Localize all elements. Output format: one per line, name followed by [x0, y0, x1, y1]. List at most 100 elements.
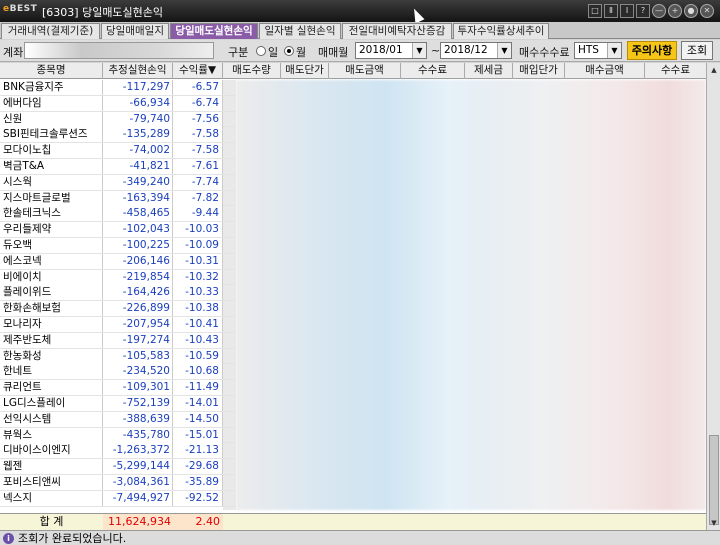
col-header[interactable]: 매도단가 — [281, 63, 329, 79]
return-rate: -92.52 — [173, 490, 223, 506]
col-header[interactable]: 수수료 — [645, 63, 706, 79]
pin-icon[interactable]: Ⅱ — [604, 4, 618, 18]
link-icon[interactable]: Ⅰ — [620, 4, 634, 18]
realized-pl: -435,780 — [103, 427, 173, 443]
help-icon[interactable]: ? — [636, 4, 650, 18]
table-row[interactable]: 신원 -79,740 -7.56 — [0, 111, 236, 128]
account-label: 계좌 — [3, 46, 24, 59]
table-row[interactable]: LG디스플레이 -752,139 -14.01 — [0, 395, 236, 412]
table-row[interactable]: 듀오백 -100,225 -10.09 — [0, 237, 236, 254]
stock-name: 벽금T&A — [0, 158, 103, 174]
fee-select[interactable]: HTS ▼ — [574, 42, 622, 59]
col-header[interactable]: 추정실현손익 — [103, 63, 173, 79]
col-header[interactable]: 수익률▼ — [173, 63, 223, 79]
realized-pl: -197,274 — [103, 332, 173, 348]
table-row[interactable]: 플레이위드 -164,426 -10.33 — [0, 285, 236, 302]
col-header[interactable]: 매도금액 — [329, 63, 401, 79]
table-row[interactable]: 시스웍 -349,240 -7.74 — [0, 174, 236, 191]
realized-pl: -117,297 — [103, 80, 173, 95]
table-row[interactable]: 한네트 -234,520 -10.68 — [0, 364, 236, 381]
restore-icon[interactable]: □ — [588, 4, 602, 18]
title-buttons: □ Ⅱ Ⅰ ? — + ● ✕ — [588, 4, 714, 18]
table-row[interactable]: 제주반도체 -197,274 -10.43 — [0, 332, 236, 349]
table-row[interactable]: 모나리자 -207,954 -10.41 — [0, 316, 236, 333]
table-row[interactable]: 한솔테크닉스 -458,465 -9.44 — [0, 206, 236, 223]
col-header[interactable]: 수수료 — [401, 63, 465, 79]
stock-name: 한화손해보험 — [0, 301, 103, 317]
table-row[interactable]: 선익시스템 -388,639 -14.50 — [0, 411, 236, 428]
return-rate: -7.82 — [173, 190, 223, 206]
table-row[interactable]: 한화손해보험 -226,899 -10.38 — [0, 301, 236, 317]
tab-asset-change[interactable]: 전일대비예탁자산증감 — [342, 23, 452, 39]
tab-return-trend[interactable]: 투자수익률상세추이 — [453, 23, 549, 39]
mouse-cursor-icon — [409, 6, 425, 24]
table-row[interactable]: 큐리언트 -109,301 -11.49 — [0, 380, 236, 396]
table-row[interactable]: SBI핀테크솔루션즈 -135,289 -7.58 — [0, 127, 236, 144]
minimize-icon[interactable]: — — [652, 4, 666, 18]
chevron-down-icon[interactable]: ▼ — [412, 43, 426, 58]
scroll-down-icon[interactable]: ▼ — [708, 517, 720, 529]
return-rate: -10.09 — [173, 237, 223, 253]
realized-pl: -79,740 — [103, 111, 173, 127]
maximize-icon[interactable]: + — [668, 4, 682, 18]
col-header[interactable]: 매입단가 — [513, 63, 565, 79]
realized-pl: -219,854 — [103, 269, 173, 285]
tilde: ~ — [431, 44, 441, 57]
table-row[interactable]: 지스마트글로벌 -163,394 -7.82 — [0, 190, 236, 207]
radio-day-label: 일 — [268, 46, 279, 59]
close-icon[interactable]: ✕ — [700, 4, 714, 18]
col-header[interactable]: 종목명 — [0, 63, 103, 79]
stock-name: 넥스지 — [0, 490, 103, 506]
col-header[interactable]: 매수금액 — [565, 63, 645, 79]
to-month-value: 2018/12 — [444, 44, 488, 56]
stock-name: 모다이노칩 — [0, 143, 103, 159]
return-rate: -15.01 — [173, 427, 223, 443]
table-row[interactable]: 모다이노칩 -74,002 -7.58 — [0, 143, 236, 159]
table-row[interactable]: 넥스지 -7,494,927 -92.52 — [0, 490, 236, 507]
realized-pl: -66,934 — [103, 95, 173, 111]
stock-name: 비에이치 — [0, 269, 103, 285]
total-label: 합 계 — [39, 515, 64, 528]
total-row: 합 계 11,624,934 2.40 — [0, 513, 706, 530]
vertical-scrollbar[interactable]: ▲ ▼ — [706, 63, 720, 530]
table-row[interactable]: 에버다임 -66,934 -6.74 — [0, 95, 236, 112]
col-header[interactable]: 제세금 — [465, 63, 513, 79]
table-row[interactable]: 에스코넥 -206,146 -10.31 — [0, 253, 236, 270]
radio-month[interactable] — [284, 46, 294, 56]
notice-button[interactable]: 주의사항 — [627, 41, 677, 60]
return-rate: -14.50 — [173, 411, 223, 427]
to-month-select[interactable]: 2018/12 ▼ — [440, 42, 512, 59]
col-header[interactable]: 매도수량 — [223, 63, 281, 79]
scroll-thumb[interactable] — [709, 435, 719, 525]
chevron-down-icon[interactable]: ▼ — [497, 43, 511, 58]
stock-name: LG디스플레이 — [0, 395, 103, 411]
scroll-up-icon[interactable]: ▲ — [708, 64, 720, 76]
table-row[interactable]: 비에이치 -219,854 -10.32 — [0, 269, 236, 286]
tab-daily-realized[interactable]: 일자별 실현손익 — [259, 23, 341, 39]
account-field[interactable] — [24, 42, 214, 59]
table-row[interactable]: BNK금융지주 -117,297 -6.57 — [0, 80, 236, 96]
table-row[interactable]: 벽금T&A -41,821 -7.61 — [0, 158, 236, 175]
table-row[interactable]: 웹젠 -5,299,144 -29.68 — [0, 459, 236, 475]
table-row[interactable]: 뷰웍스 -435,780 -15.01 — [0, 427, 236, 444]
chevron-down-icon[interactable]: ▼ — [607, 43, 621, 58]
app-logo: eBEST — [3, 4, 38, 14]
realized-pl: -7,494,927 — [103, 490, 173, 506]
return-rate: -10.59 — [173, 348, 223, 364]
obscured-columns — [236, 80, 706, 510]
from-month-select[interactable]: 2018/01 ▼ — [355, 42, 427, 59]
settings-icon[interactable]: ● — [684, 4, 698, 18]
stock-name: 웹젠 — [0, 459, 103, 475]
query-button[interactable]: 조회 — [681, 41, 713, 60]
tab-daily-journal[interactable]: 당일매매일지 — [101, 23, 169, 39]
table-row[interactable]: 한농화성 -105,583 -10.59 — [0, 348, 236, 365]
table-row[interactable]: 포비스티앤씨 -3,084,361 -35.89 — [0, 474, 236, 491]
table-row[interactable]: 디바이스이엔지 -1,263,372 -21.13 — [0, 443, 236, 460]
return-rate: -10.41 — [173, 316, 223, 332]
radio-day[interactable] — [256, 46, 266, 56]
tab-daily-realized-pl[interactable]: 당일매도실현손익 — [170, 23, 258, 39]
tab-trade-history[interactable]: 거래내역(결제기준) — [1, 23, 100, 39]
stock-name: 시스웍 — [0, 174, 103, 190]
table-row[interactable]: 우리들제약 -102,043 -10.03 — [0, 222, 236, 238]
return-rate: -7.56 — [173, 111, 223, 127]
